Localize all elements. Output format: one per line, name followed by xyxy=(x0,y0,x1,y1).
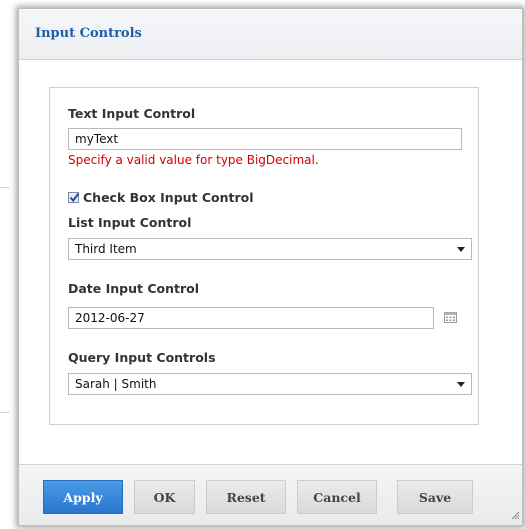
text-input-label: Text Input Control xyxy=(68,106,196,121)
checkbox-label[interactable]: Check Box Input Control xyxy=(83,190,254,205)
save-button[interactable]: Save xyxy=(397,480,473,514)
calendar-icon[interactable] xyxy=(444,312,457,326)
reset-button[interactable]: Reset xyxy=(206,480,286,514)
background-divider xyxy=(0,187,10,188)
chevron-down-icon xyxy=(457,247,465,252)
dialog-title: Input Controls xyxy=(35,26,142,41)
date-input-label: Date Input Control xyxy=(68,281,200,296)
date-input-field[interactable]: 2012-06-27 xyxy=(68,307,434,329)
input-controls-dialog: Input Controls Text Input Control myText… xyxy=(18,8,523,526)
dialog-footer: Apply OK Reset Cancel Save xyxy=(19,464,522,525)
resize-grip-icon[interactable] xyxy=(511,509,520,523)
text-input-field[interactable]: myText xyxy=(68,128,462,150)
checkmark-icon xyxy=(69,192,80,203)
text-input-error: Specify a valid value for type BigDecima… xyxy=(68,153,319,167)
dialog-titlebar[interactable]: Input Controls xyxy=(19,9,522,60)
chevron-down-icon xyxy=(457,382,465,387)
query-input-value: Sarah | Smith xyxy=(75,377,157,391)
query-input-label: Query Input Controls xyxy=(68,350,216,365)
query-input-select[interactable]: Sarah | Smith xyxy=(68,373,472,395)
list-input-value: Third Item xyxy=(75,242,137,256)
list-input-label: List Input Control xyxy=(68,215,192,230)
ok-button[interactable]: OK xyxy=(134,480,195,514)
cancel-button[interactable]: Cancel xyxy=(297,480,377,514)
checkbox-input[interactable] xyxy=(68,192,80,203)
list-input-select[interactable]: Third Item xyxy=(68,238,472,260)
background-divider xyxy=(0,412,10,413)
controls-panel: Text Input Control myText Specify a vali… xyxy=(49,87,479,425)
apply-button[interactable]: Apply xyxy=(43,480,123,514)
